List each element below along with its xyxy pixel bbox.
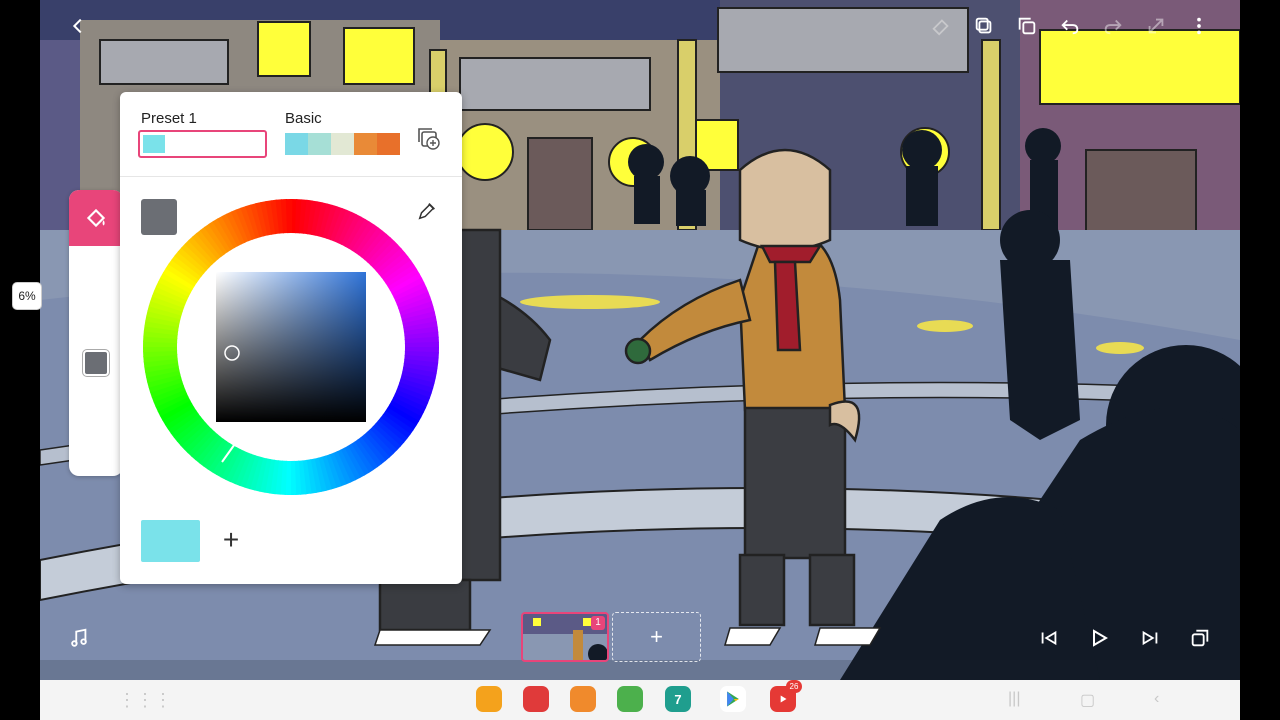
frame-thumbnail[interactable]: 1: [521, 612, 609, 662]
notes-app-icon[interactable]: [523, 686, 549, 712]
undo-button[interactable]: [1056, 12, 1084, 40]
divider: [120, 176, 462, 177]
preset-palette[interactable]: [138, 130, 267, 158]
preset-swatch[interactable]: [143, 135, 165, 153]
skip-end-icon: [1142, 630, 1158, 646]
redo-button[interactable]: [1099, 12, 1127, 40]
basic-swatch-1[interactable]: [285, 133, 308, 155]
sv-square[interactable]: [216, 272, 366, 422]
recents-key-icon[interactable]: |||: [1008, 690, 1020, 708]
music-note-icon: [71, 628, 87, 647]
home-key-icon[interactable]: ▢: [1080, 690, 1095, 710]
play-button[interactable]: [1085, 624, 1113, 652]
basic-swatch-4[interactable]: [354, 133, 377, 155]
redo-icon: [1104, 19, 1122, 35]
eraser-button[interactable]: [927, 12, 955, 40]
back-button[interactable]: [64, 12, 92, 40]
frame-number-badge: 1: [591, 616, 605, 630]
add-palette-icon: [418, 128, 440, 150]
frames-icon: [1191, 629, 1209, 647]
transform-icon: [1148, 18, 1164, 34]
eyedropper-icon: [418, 203, 435, 220]
brush-color-swatch[interactable]: [83, 350, 109, 376]
more-icon: [1197, 17, 1201, 35]
contacts-app-icon[interactable]: [570, 686, 596, 712]
brush-panel: [69, 190, 123, 476]
add-color-button[interactable]: +: [218, 526, 244, 554]
skip-start-button[interactable]: [1035, 624, 1063, 652]
add-palette-button[interactable]: [416, 126, 442, 152]
preset-label: Preset 1: [141, 110, 197, 127]
basic-swatch-2[interactable]: [308, 133, 331, 155]
more-options-button[interactable]: [1185, 12, 1213, 40]
duplicate-icon: [1018, 17, 1036, 35]
skip-end-button[interactable]: [1136, 624, 1164, 652]
new-color-swatch[interactable]: [141, 520, 200, 562]
apps-grid-icon[interactable]: ⋮⋮⋮: [118, 690, 172, 711]
files-app-icon[interactable]: [476, 686, 502, 712]
youtube-notification-badge: 26: [786, 680, 802, 693]
back-key-icon[interactable]: ‹: [1154, 690, 1159, 708]
eyedropper-button[interactable]: [416, 200, 438, 222]
color-picker-panel: Preset 1 Basic +: [120, 92, 462, 584]
paint-bucket-icon: [86, 208, 106, 228]
eraser-icon: [932, 19, 949, 36]
color-wheel[interactable]: [142, 198, 440, 496]
app-screen: 1 + 6% Preset 1 Basic + ⋮⋮⋮ 7 26 ||| ▢ ‹: [0, 0, 1280, 720]
add-frame-button[interactable]: +: [612, 612, 701, 662]
basic-palette[interactable]: [285, 133, 400, 155]
layers-icon: [975, 17, 992, 34]
current-color-swatch[interactable]: [141, 199, 177, 235]
fill-tool-button[interactable]: [69, 190, 123, 246]
frames-button[interactable]: [1186, 624, 1214, 652]
basic-swatch-5[interactable]: [377, 133, 400, 155]
duplicate-button[interactable]: [1013, 12, 1041, 40]
undo-icon: [1061, 19, 1079, 35]
layers-button[interactable]: [970, 12, 998, 40]
basic-swatch-3[interactable]: [331, 133, 354, 155]
music-button[interactable]: [65, 624, 93, 652]
transform-button[interactable]: [1142, 12, 1170, 40]
play-icon: [1093, 629, 1108, 647]
calculator-app-icon[interactable]: [617, 686, 643, 712]
skip-start-icon: [1041, 630, 1057, 646]
play-store-app-icon[interactable]: [720, 686, 746, 712]
brush-size-label[interactable]: 6%: [12, 282, 42, 310]
chevron-left-icon: [72, 18, 82, 34]
basic-label: Basic: [285, 110, 322, 127]
calendar-app-icon[interactable]: 7: [665, 686, 691, 712]
